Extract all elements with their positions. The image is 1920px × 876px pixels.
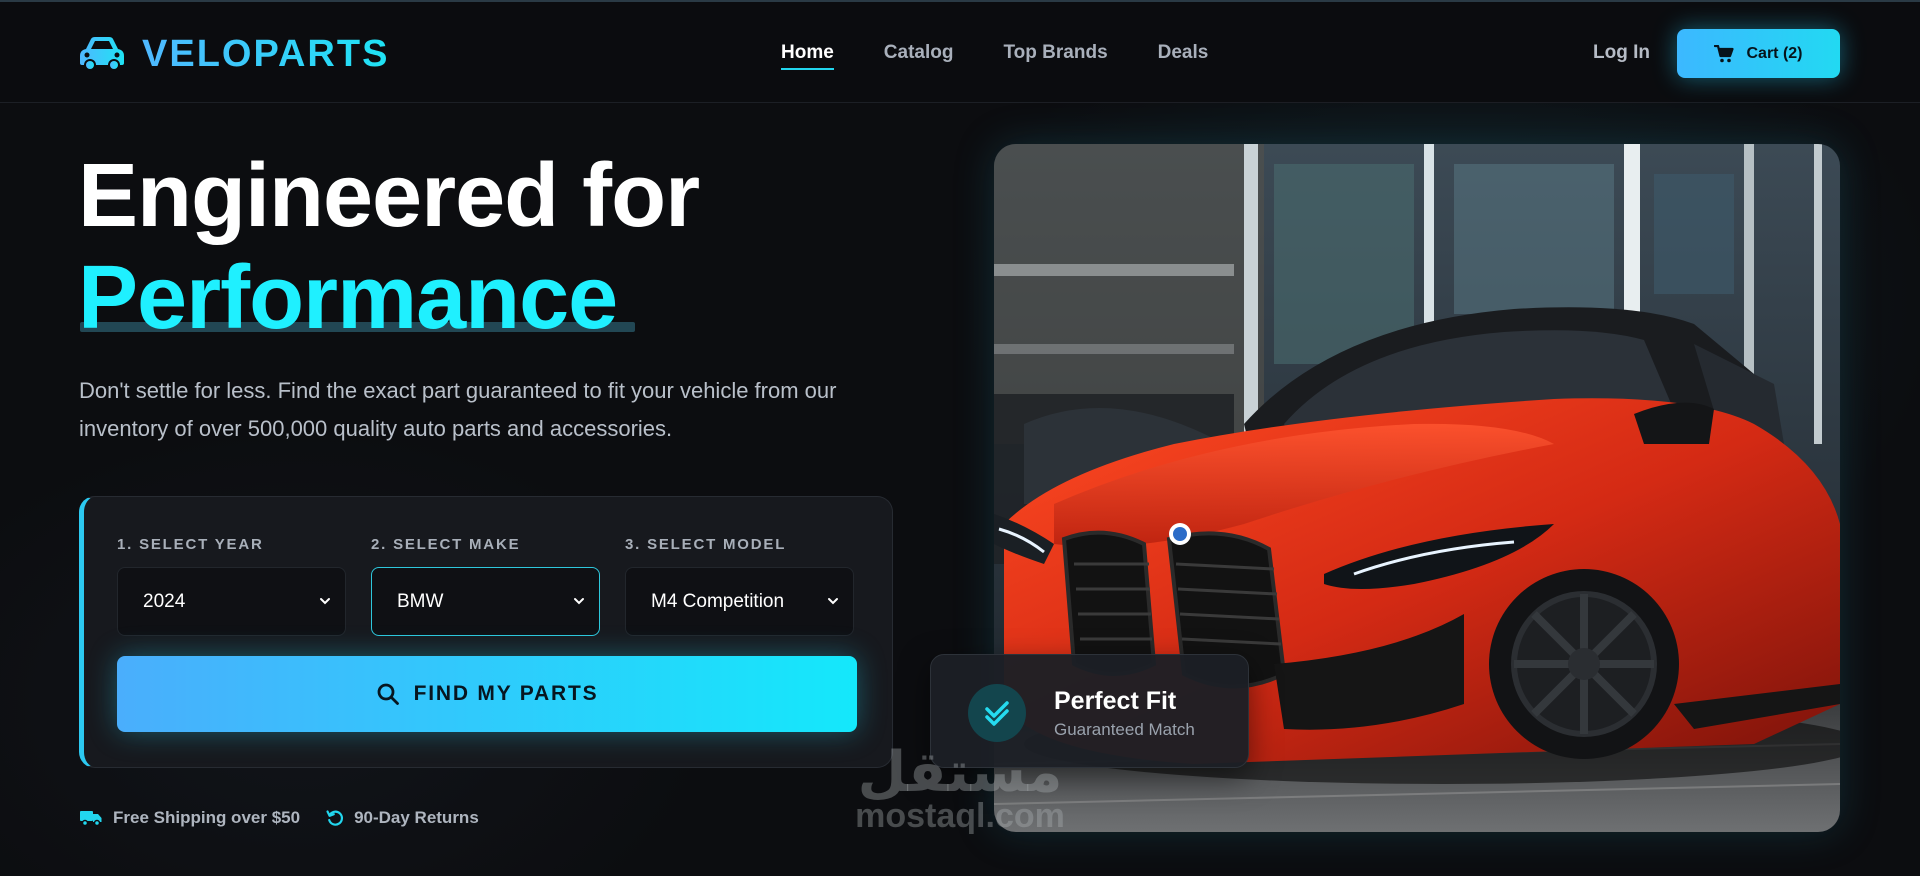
navbar: VELOPARTS Home Catalog Top Brands Deals … bbox=[0, 2, 1920, 103]
badge-title: Perfect Fit bbox=[1054, 687, 1177, 715]
perk-shipping-label: Free Shipping over $50 bbox=[113, 808, 301, 827]
perks-row: Free Shipping over $50 90-Day Returns bbox=[79, 808, 505, 828]
model-value: M4 Competition bbox=[651, 590, 785, 612]
make-value: BMW bbox=[397, 590, 444, 612]
watermark: مستقل mostaql.com bbox=[845, 740, 1075, 835]
year-select[interactable]: 2024 bbox=[117, 567, 346, 636]
make-label: 2. SELECT MAKE bbox=[371, 536, 521, 553]
year-label: 1. SELECT YEAR bbox=[117, 536, 264, 553]
search-icon bbox=[377, 683, 399, 705]
truck-icon bbox=[80, 811, 102, 827]
year-value: 2024 bbox=[143, 590, 186, 612]
hero-description: Don't settle for less. Find the exact pa… bbox=[79, 378, 837, 441]
nav-link-top-brands[interactable]: Top Brands bbox=[1003, 40, 1107, 66]
rotate-icon bbox=[326, 810, 344, 826]
perk-returns: 90-Day Returns bbox=[326, 808, 479, 828]
cart-button[interactable]: Cart (2) bbox=[1677, 29, 1840, 78]
badge-subtitle: Guaranteed Match bbox=[1054, 720, 1195, 739]
year-field: 1. SELECT YEAR 2024 bbox=[117, 535, 346, 636]
make-field: 2. SELECT MAKE BMW bbox=[371, 535, 600, 636]
vehicle-selector-card: 1. SELECT YEAR 2024 2. SELECT MAKE BMW 3… bbox=[79, 496, 893, 768]
watermark-arabic: مستقل bbox=[857, 740, 1063, 805]
hero-headline-line2: Performance bbox=[78, 248, 618, 348]
main-nav: Home Catalog Top Brands Deals bbox=[781, 40, 1258, 70]
model-select[interactable]: M4 Competition bbox=[625, 567, 854, 636]
fit-icon-circle bbox=[968, 684, 1026, 742]
make-select[interactable]: BMW bbox=[371, 567, 600, 636]
find-parts-label: FIND MY PARTS bbox=[413, 682, 599, 705]
model-label: 3. SELECT MODEL bbox=[625, 536, 787, 553]
find-parts-button[interactable]: FIND MY PARTS bbox=[117, 656, 857, 732]
logo[interactable]: VELOPARTS bbox=[78, 32, 389, 76]
nav-link-catalog[interactable]: Catalog bbox=[884, 40, 954, 66]
watermark-latin: mostaql.com bbox=[855, 797, 1065, 835]
cart-label: Cart (2) bbox=[1746, 44, 1803, 62]
login-link[interactable]: Log In bbox=[1593, 40, 1650, 66]
car-icon bbox=[80, 37, 124, 71]
double-check-icon bbox=[985, 701, 1009, 726]
cart-icon bbox=[1714, 44, 1735, 62]
perk-shipping: Free Shipping over $50 bbox=[79, 808, 300, 828]
nav-link-home[interactable]: Home bbox=[781, 40, 834, 70]
model-field: 3. SELECT MODEL M4 Competition bbox=[625, 535, 854, 636]
logo-text: VELOPARTS bbox=[142, 33, 390, 75]
nav-link-deals[interactable]: Deals bbox=[1158, 40, 1209, 66]
chevron-down-icon bbox=[574, 598, 584, 605]
perk-returns-label: 90-Day Returns bbox=[354, 808, 479, 827]
hero-headline-line1: Engineered for bbox=[78, 146, 700, 246]
chevron-down-icon bbox=[320, 598, 330, 605]
chevron-down-icon bbox=[828, 598, 838, 605]
